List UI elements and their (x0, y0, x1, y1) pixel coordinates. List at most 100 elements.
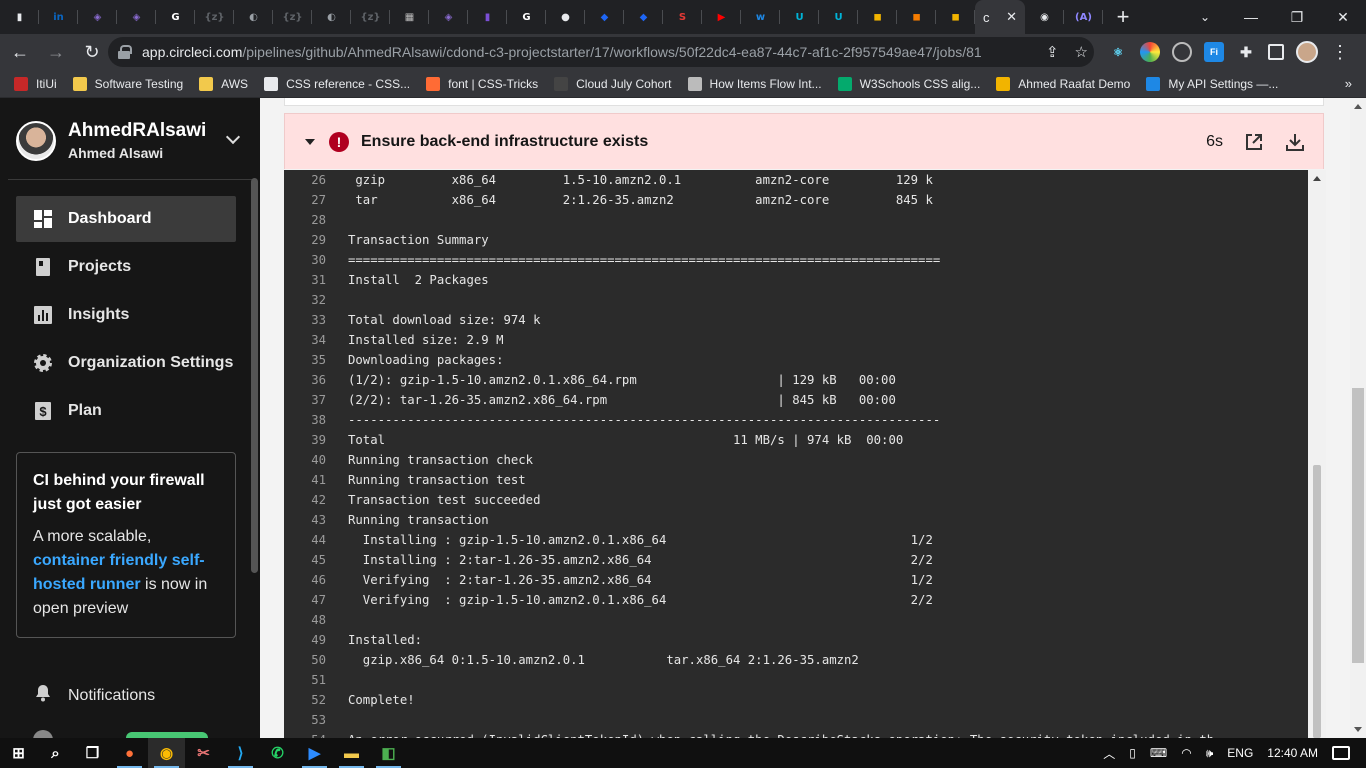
sidebar-item-projects[interactable]: Projects (16, 244, 236, 290)
line-number[interactable]: 43 (284, 510, 348, 530)
org-switcher[interactable]: AhmedRAlsawi Ahmed Alsawi (16, 120, 206, 161)
sidebar-item-insights[interactable]: Insights (16, 292, 236, 338)
sidebar-scrollbar[interactable] (251, 178, 258, 573)
pinned-tab[interactable]: ◆ (624, 0, 663, 34)
pinned-tab[interactable]: U (819, 0, 858, 34)
sidebar-item-dashboard[interactable]: Dashboard (16, 196, 236, 242)
lock-icon[interactable] (118, 45, 132, 59)
taskbar-app[interactable]: ⊞ (0, 738, 37, 768)
pinned-tab[interactable]: S (663, 0, 702, 34)
share-icon[interactable]: ⇪ (1046, 43, 1059, 61)
pinned-tab[interactable]: U (780, 0, 819, 34)
console-scroll-thumb[interactable] (1313, 465, 1321, 738)
line-number[interactable]: 50 (284, 650, 348, 670)
line-number[interactable]: 34 (284, 330, 348, 350)
line-number[interactable]: 36 (284, 370, 348, 390)
line-number[interactable]: 45 (284, 550, 348, 570)
line-number[interactable]: 54 (284, 730, 348, 738)
clock[interactable]: 12:40 AM (1267, 746, 1318, 760)
bookmark-item[interactable]: W3Schools CSS alig... (837, 76, 980, 91)
close-window-icon[interactable]: ✕ (1320, 0, 1366, 34)
line-number[interactable]: 51 (284, 670, 348, 690)
line-number[interactable]: 28 (284, 210, 348, 230)
line-number[interactable]: 38 (284, 410, 348, 430)
pinned-tab[interactable]: ◈ (429, 0, 468, 34)
tab[interactable]: ◉ (1025, 0, 1064, 34)
tab-active[interactable]: c ✕ (975, 0, 1025, 34)
pinned-tab[interactable]: ◼ (858, 0, 897, 34)
line-number[interactable]: 53 (284, 710, 348, 730)
bookmark-star-icon[interactable]: ☆ (1075, 43, 1088, 61)
taskbar-app[interactable]: ✆ (259, 738, 296, 768)
line-number[interactable]: 35 (284, 350, 348, 370)
pinned-tab[interactable]: ◈ (78, 0, 117, 34)
line-number[interactable]: 42 (284, 490, 348, 510)
pinned-tab[interactable]: ● (546, 0, 585, 34)
pinned-tab[interactable]: ▶ (702, 0, 741, 34)
bookmarks-more-icon[interactable]: » (1345, 76, 1352, 91)
tab-search-chevron-icon[interactable]: ⌄ (1190, 0, 1220, 34)
pinned-tab[interactable]: ▦ (390, 0, 429, 34)
line-number[interactable]: 44 (284, 530, 348, 550)
bookmark-item[interactable]: My API Settings —... (1146, 76, 1278, 91)
language-indicator[interactable]: ENG (1227, 746, 1253, 760)
line-number[interactable]: 41 (284, 470, 348, 490)
side-panel-icon[interactable] (1268, 44, 1284, 60)
browser-menu-icon[interactable]: ⋮ (1330, 42, 1350, 63)
bookmark-item[interactable]: ItiUi (14, 76, 57, 91)
line-number[interactable]: 46 (284, 570, 348, 590)
react-devtools-icon[interactable]: ⚛ (1108, 42, 1128, 62)
minimize-icon[interactable]: — (1228, 0, 1274, 34)
page-scroll-up-icon[interactable] (1354, 104, 1362, 109)
extensions-puzzle-icon[interactable]: ✚ (1236, 42, 1256, 62)
line-number[interactable]: 52 (284, 690, 348, 710)
pinned-tab[interactable]: ◈ (117, 0, 156, 34)
step-header[interactable]: ! Ensure back-end infrastructure exists … (284, 113, 1324, 169)
line-number[interactable]: 31 (284, 270, 348, 290)
bookmark-item[interactable]: Ahmed Raafat Demo (996, 76, 1130, 91)
tray-chevron-icon[interactable]: ︿ (1103, 745, 1115, 762)
battery-icon[interactable]: ▯ (1129, 746, 1136, 760)
taskbar-app[interactable]: ⌕ (37, 738, 74, 768)
close-tab-icon[interactable]: ✕ (1006, 9, 1017, 25)
line-number[interactable]: 48 (284, 610, 348, 630)
pinned-tab[interactable]: ◆ (585, 0, 624, 34)
pinned-tab[interactable]: {z} (351, 0, 390, 34)
record-icon[interactable] (1172, 42, 1192, 62)
pinned-tab[interactable]: in (39, 0, 78, 34)
profile-avatar[interactable] (1296, 41, 1318, 63)
line-number[interactable]: 30 (284, 250, 348, 270)
line-number[interactable]: 29 (284, 230, 348, 250)
line-number[interactable]: 49 (284, 630, 348, 650)
bookmark-item[interactable]: CSS reference - CSS... (264, 76, 410, 91)
fi-extension-icon[interactable]: Fi (1204, 42, 1224, 62)
back-arrow-icon[interactable]: ← (4, 36, 36, 68)
line-number[interactable]: 37 (284, 390, 348, 410)
bookmark-item[interactable]: AWS (199, 76, 248, 91)
line-number[interactable]: 32 (284, 290, 348, 310)
pinned-tab[interactable]: w (741, 0, 780, 34)
taskbar-app[interactable]: ▬ (333, 738, 370, 768)
pinned-tab[interactable]: {z} (195, 0, 234, 34)
forward-arrow-icon[interactable]: → (40, 36, 72, 68)
chevron-down-icon[interactable] (225, 129, 241, 145)
wifi-icon[interactable]: ◠ (1181, 746, 1191, 760)
action-center-icon[interactable] (1332, 746, 1350, 760)
page-scroll-thumb[interactable] (1352, 388, 1364, 663)
pinned-tab[interactable]: G (156, 0, 195, 34)
console-scrollbar[interactable] (1308, 170, 1326, 738)
taskbar-app[interactable]: ◧ (370, 738, 407, 768)
line-number[interactable]: 40 (284, 450, 348, 470)
bookmark-item[interactable]: Software Testing (72, 76, 183, 91)
taskbar-app[interactable]: ● (111, 738, 148, 768)
bookmark-item[interactable]: font | CSS-Tricks (426, 76, 538, 91)
pinned-tab[interactable]: G (507, 0, 546, 34)
sidebar-item-notifications[interactable]: Notifications (33, 683, 155, 708)
taskbar-app[interactable]: ◉ (148, 738, 185, 768)
address-bar[interactable]: app.circleci.com/pipelines/github/AhmedR… (108, 37, 1094, 67)
restore-icon[interactable]: ❐ (1274, 0, 1320, 34)
line-number[interactable]: 39 (284, 430, 348, 450)
ime-icon[interactable]: ⌨ (1150, 746, 1167, 760)
bookmark-item[interactable]: Cloud July Cohort (554, 76, 672, 91)
pinned-tab[interactable]: ◐ (312, 0, 351, 34)
